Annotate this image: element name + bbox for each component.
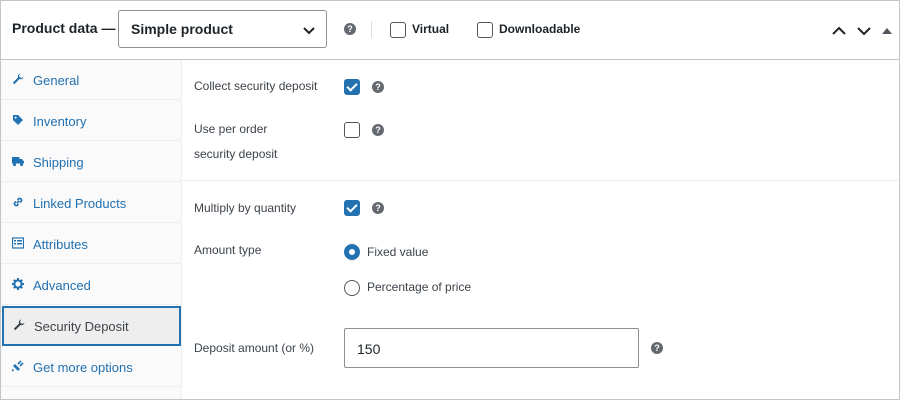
section-divider	[182, 180, 899, 181]
downloadable-checkbox[interactable]	[477, 22, 493, 38]
multiply-checkbox[interactable]	[344, 200, 360, 216]
tab-security-deposit[interactable]: Security Deposit	[2, 306, 181, 346]
virtual-checkbox[interactable]	[390, 22, 406, 38]
tab-label: Advanced	[33, 278, 91, 293]
chevron-down-icon[interactable]	[856, 23, 872, 39]
help-icon[interactable]: ?	[372, 81, 384, 93]
tag-icon	[13, 115, 23, 125]
help-icon[interactable]: ?	[372, 124, 384, 136]
amount-type-label: Amount type	[194, 243, 262, 257]
security-deposit-panel: Collect security deposit ? Use per order…	[182, 60, 899, 399]
per-order-label-line1: Use per order	[194, 122, 268, 136]
header-divider	[371, 21, 372, 38]
list-icon	[12, 237, 24, 249]
tab-label: Inventory	[33, 114, 87, 129]
panel-header: Product data — Simple product ? Virtual …	[1, 1, 899, 60]
per-order-label-line2: security deposit	[194, 147, 278, 161]
collapse-toggle-icon[interactable]	[881, 23, 893, 39]
gear-icon	[12, 278, 24, 290]
percentage-radio[interactable]	[344, 280, 360, 296]
tab-general[interactable]: General	[1, 60, 181, 100]
panel-title: Product data —	[12, 20, 116, 36]
percentage-label: Percentage of price	[367, 280, 472, 294]
fixed-value-label: Fixed value	[367, 245, 429, 259]
tab-label: Get more options	[33, 360, 133, 375]
tab-label: Shipping	[33, 155, 84, 170]
help-icon[interactable]: ?	[372, 202, 384, 214]
collect-deposit-label: Collect security deposit	[194, 79, 318, 93]
tab-inventory[interactable]: Inventory	[1, 101, 181, 141]
deposit-amount-input[interactable]: 150	[344, 328, 639, 368]
tab-label: General	[33, 73, 80, 88]
product-type-select[interactable]: Simple product	[118, 10, 327, 48]
deposit-amount-value: 150	[357, 341, 381, 357]
product-data-tabs: General Inventory Shipping Linked Produc…	[1, 60, 182, 399]
per-order-checkbox[interactable]	[344, 122, 360, 138]
link-icon	[13, 197, 23, 207]
tab-label: Attributes	[33, 237, 88, 252]
product-data-panel: Product data — Simple product ? Virtual …	[0, 0, 900, 400]
help-icon[interactable]: ?	[344, 23, 356, 35]
multiply-label: Multiply by quantity	[194, 201, 297, 215]
fixed-value-radio[interactable]	[344, 244, 360, 260]
virtual-label: Virtual	[412, 22, 450, 36]
tab-attributes[interactable]: Attributes	[1, 224, 181, 264]
deposit-amount-label: Deposit amount (or %)	[194, 341, 315, 355]
collect-deposit-checkbox[interactable]	[344, 79, 360, 95]
truck-icon	[12, 157, 24, 167]
chevron-down-icon	[303, 27, 315, 35]
product-type-value: Simple product	[131, 21, 233, 37]
tab-advanced[interactable]: Advanced	[1, 265, 181, 305]
tab-label: Linked Products	[33, 196, 127, 211]
tab-get-more-options[interactable]: Get more options	[1, 347, 181, 387]
plugin-icon	[12, 360, 24, 372]
wrench-icon	[12, 73, 24, 85]
wrench-icon	[13, 319, 25, 331]
tab-label: Security Deposit	[34, 319, 129, 334]
chevron-up-icon[interactable]	[831, 23, 847, 39]
tab-shipping[interactable]: Shipping	[1, 142, 181, 182]
tab-linked-products[interactable]: Linked Products	[1, 183, 181, 223]
help-icon[interactable]: ?	[651, 342, 663, 354]
downloadable-label: Downloadable	[499, 22, 581, 36]
